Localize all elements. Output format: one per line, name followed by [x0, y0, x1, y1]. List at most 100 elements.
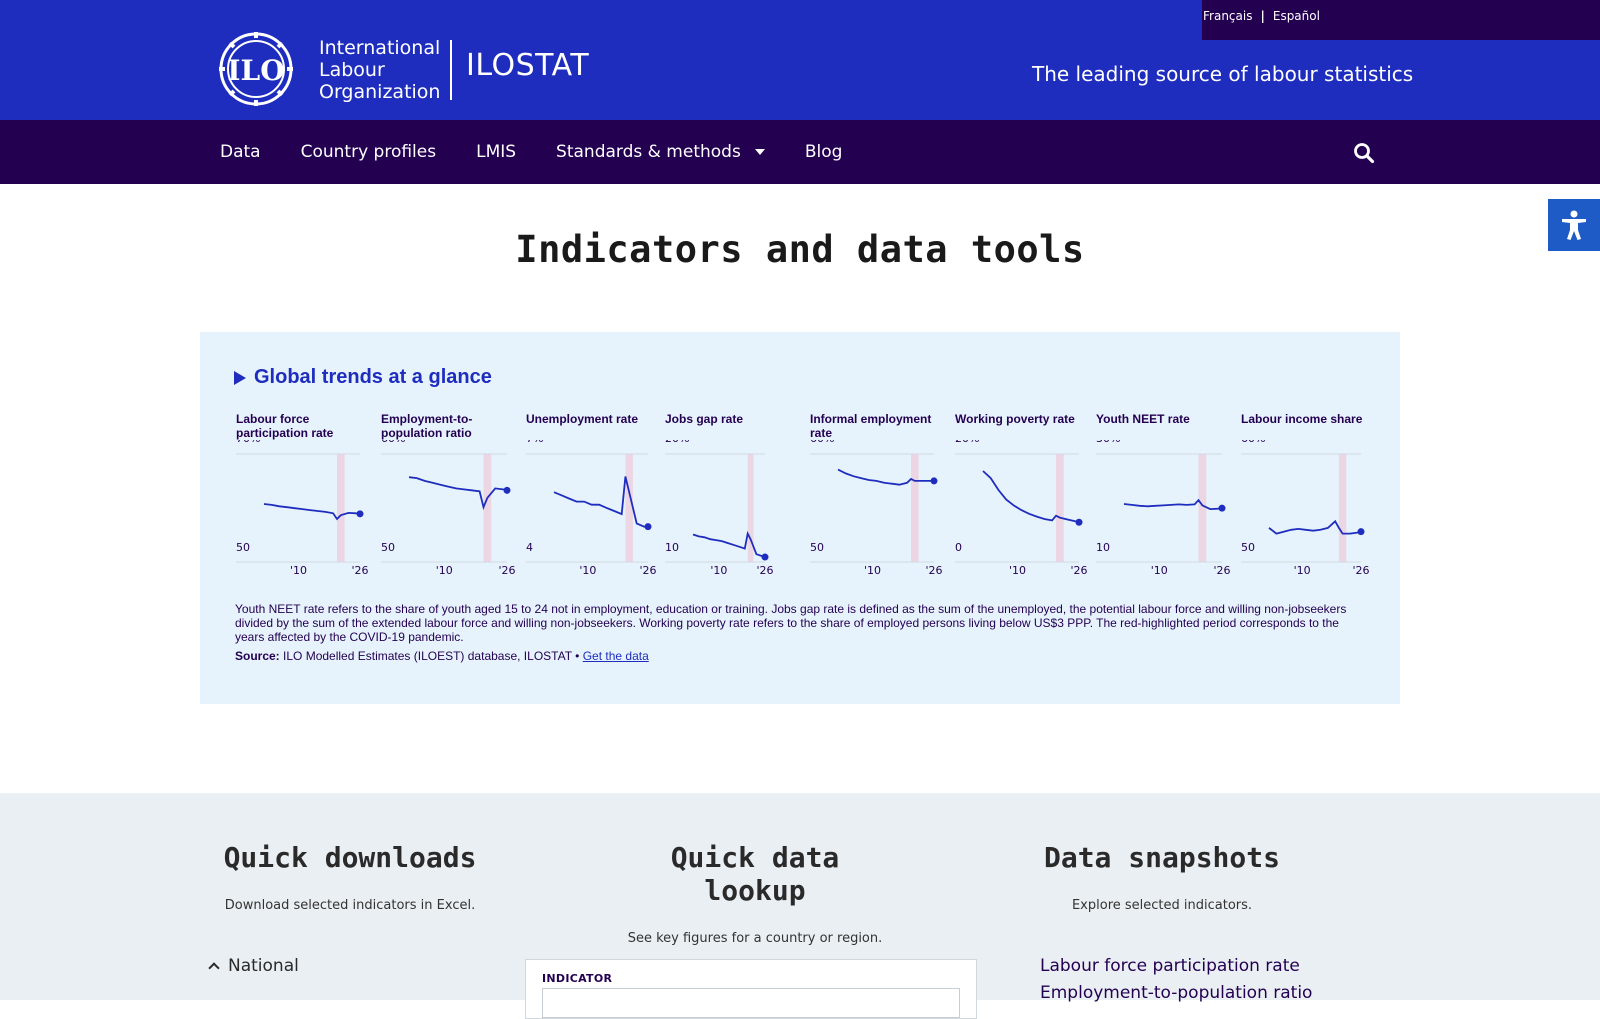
mini-chart-5: 20% 0 '10 '26 — [955, 440, 1088, 577]
x-tick-label: '10 — [710, 564, 727, 577]
series-end-point — [503, 486, 511, 494]
nav-item-data[interactable]: Data — [220, 142, 261, 162]
national-label: National — [228, 956, 299, 976]
series-line — [263, 503, 361, 521]
triangle-right-icon — [234, 370, 246, 385]
series-line — [1123, 498, 1223, 511]
x-tick-label: '10 — [864, 564, 881, 577]
mini-chart-2: 7% 4 '10 '26 — [526, 440, 657, 577]
series-end-point — [1357, 528, 1365, 536]
logo-line-1: International — [319, 37, 441, 59]
y-axis-bottom-label: 50 — [810, 541, 824, 554]
series-end-point — [1075, 518, 1083, 526]
mini-chart-1: 60% 50 '10 '26 — [381, 440, 516, 577]
y-axis-top-label: 60% — [810, 440, 834, 445]
covid-highlight-band — [336, 454, 345, 562]
source-line: Source: ILO Modelled Estimates (ILOEST) … — [235, 649, 649, 663]
x-tick-label: '26 — [351, 564, 368, 577]
nav-label: Country profiles — [300, 142, 437, 162]
mini-chart-7: 60% 50 '10 '26 — [1241, 440, 1370, 577]
data-snapshots-subtitle: Explore selected indicators. — [1071, 898, 1253, 913]
series-end-point — [644, 523, 652, 531]
mini-chart-0: 70% 50 '10 '26 — [236, 440, 369, 577]
series-end-point — [1218, 504, 1226, 512]
nav-item-standards-methods[interactable]: Standards & methods — [556, 142, 765, 162]
x-tick-label: '26 — [925, 564, 942, 577]
covid-highlight-band — [910, 454, 919, 562]
lookup-form: INDICATOR — [525, 959, 977, 1019]
chart-title: Employment-to-population ratio — [381, 412, 473, 440]
y-axis-top-label: 30% — [1096, 440, 1120, 445]
nav-label: Standards & methods — [556, 142, 741, 162]
series-line — [1268, 519, 1362, 535]
mini-chart-3: 20% 10 '10 '26 — [665, 440, 774, 577]
x-tick-label: '10 — [436, 564, 453, 577]
y-axis-bottom-label: 50 — [236, 541, 250, 554]
series-end-point — [930, 477, 938, 485]
x-tick-label: '26 — [1352, 564, 1369, 577]
y-axis-bottom-label: 0 — [955, 541, 962, 554]
x-tick-label: '26 — [1213, 564, 1230, 577]
covid-highlight-band — [1198, 454, 1207, 562]
caret-down-icon — [754, 149, 765, 155]
quick-tools-section: Quick downloads Download selected indica… — [0, 793, 1600, 1019]
logo-line-2: Labour — [319, 59, 385, 81]
lang-link-spanish[interactable]: Español — [1273, 9, 1320, 23]
site-title[interactable]: ILOSTAT — [466, 48, 589, 83]
series-end-point — [761, 553, 769, 561]
data-snapshots-column: Data snapshots Explore selected indicato… — [1042, 841, 1282, 913]
nav-item-lmis[interactable]: LMIS — [476, 142, 516, 162]
page-title: Indicators and data tools — [515, 228, 1085, 271]
chart-title: Labour income share — [1241, 412, 1363, 426]
chart-title: Informal employment rate — [810, 412, 932, 440]
x-tick-label: '26 — [639, 564, 656, 577]
ilo-logo-icon[interactable]: ILO — [210, 30, 302, 108]
covid-highlight-band — [625, 454, 633, 562]
x-tick-label: '10 — [1009, 564, 1026, 577]
lang-separator: | — [1260, 9, 1265, 23]
snapshot-link-epr[interactable]: Employment-to-population ratio — [1040, 983, 1312, 1003]
logo-text: International Labour Organization — [319, 37, 440, 103]
trends-heading: Global trends at a glance — [254, 366, 492, 388]
nav-label: Data — [220, 142, 261, 162]
series-line — [837, 468, 934, 486]
chevron-up-icon — [208, 962, 220, 974]
national-toggle[interactable]: National — [208, 956, 299, 976]
covid-highlight-band — [483, 454, 492, 562]
quick-lookup-title: Quick data lookup — [670, 841, 840, 907]
series-line — [982, 470, 1080, 524]
y-axis-top-label: 7% — [526, 440, 543, 445]
search-icon[interactable] — [1353, 142, 1375, 164]
data-snapshots-title: Data snapshots — [1043, 841, 1280, 874]
get-the-data-link[interactable]: Get the data — [583, 649, 649, 663]
nav-item-blog[interactable]: Blog — [805, 142, 843, 162]
y-axis-top-label: 20% — [665, 440, 689, 445]
lang-link-french[interactable]: Français — [1203, 9, 1252, 23]
logo-divider — [450, 40, 452, 100]
source-text: ILO Modelled Estimates (ILOEST) database… — [283, 649, 580, 663]
tagline: The leading source of labour statistics — [1032, 62, 1414, 86]
y-axis-bottom-label: 50 — [381, 541, 395, 554]
series-line — [408, 476, 508, 511]
mini-chart-4: 60% 50 '10 '26 — [810, 440, 943, 577]
nav-item-country-profiles[interactable]: Country profiles — [301, 142, 437, 162]
y-axis-bottom-label: 10 — [1096, 541, 1110, 554]
x-tick-label: '10 — [1294, 564, 1311, 577]
x-tick-label: '10 — [290, 564, 307, 577]
x-tick-label: '10 — [1151, 564, 1168, 577]
y-axis-bottom-label: 10 — [665, 541, 679, 554]
source-label: Source: — [235, 649, 280, 663]
quick-downloads-subtitle: Download selected indicators in Excel. — [224, 898, 476, 913]
y-axis-top-label: 60% — [1241, 440, 1265, 445]
y-axis-top-label: 20% — [955, 440, 979, 445]
snapshot-link-lfpr[interactable]: Labour force participation rate — [1040, 956, 1300, 976]
series-end-point — [356, 510, 364, 518]
nav-label: Blog — [804, 142, 843, 162]
indicator-select[interactable] — [542, 988, 960, 1018]
nav-label: LMIS — [476, 142, 517, 162]
quick-lookup-column: Quick data lookup See key figures for a … — [615, 841, 895, 946]
trends-toggle[interactable]: Global trends at a glance — [234, 366, 492, 389]
series-line — [553, 476, 648, 528]
chart-title: Youth NEET rate — [1096, 412, 1190, 426]
x-tick-label: '10 — [579, 564, 596, 577]
